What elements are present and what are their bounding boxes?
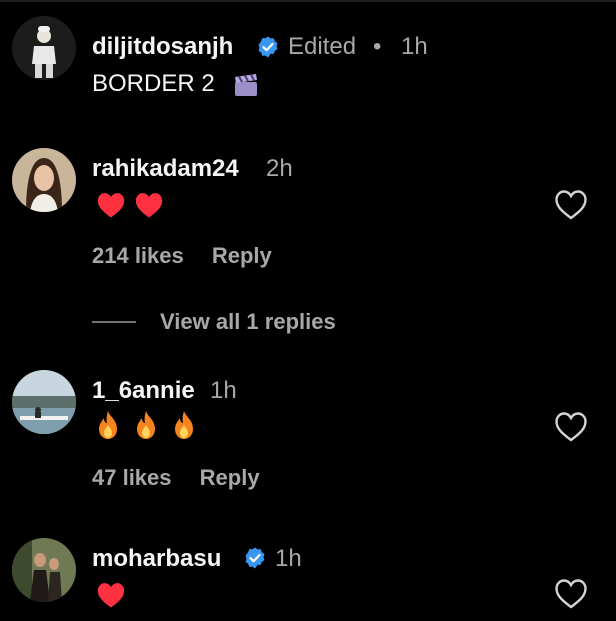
avatar-rahikadam24[interactable] [12,148,76,212]
comment-emojis [96,581,126,609]
red-heart-icon [97,583,125,608]
reply-button[interactable]: Reply [200,465,260,490]
post-username[interactable]: diljitdosanjh [92,33,233,61]
like-comment-heart-icon[interactable] [554,189,588,221]
comment-emojis [96,410,196,440]
top-divider [0,0,616,2]
comment-username[interactable]: moharbasu [92,545,221,573]
avatar-1_6annie[interactable] [12,370,76,434]
comment-emojis [96,191,164,219]
likes-count[interactable]: 47 likes [92,465,172,490]
post-caption: BORDER 2 [92,70,215,97]
fire-icon [99,411,117,439]
verified-badge-icon [256,35,280,59]
verified-badge-icon [243,546,267,570]
fire-icon [175,411,193,439]
comment-username[interactable]: 1_6annie [92,377,195,405]
comment-username[interactable]: rahikadam24 [92,155,239,183]
clapper-board-icon [233,72,259,98]
comment-actions: 47 likes Reply [92,465,282,491]
avatar-diljitdosanjh[interactable] [12,16,76,80]
like-comment-heart-icon[interactable] [554,578,588,610]
comment-actions: 214 likes Reply [92,243,294,269]
replies-divider-line [92,321,136,323]
fire-icon [137,411,155,439]
post-edited-label: Edited [288,33,357,60]
likes-count[interactable]: 214 likes [92,243,184,268]
red-heart-icon [97,193,125,218]
post-time: 1h [401,33,428,60]
post-dot-separator: • [373,33,382,60]
comment-time: 1h [210,377,237,404]
view-replies-label[interactable]: View all 1 replies [160,309,336,335]
view-replies-toggle[interactable]: View all 1 replies [92,309,336,335]
reply-button[interactable]: Reply [212,243,272,268]
avatar-moharbasu[interactable] [12,538,76,602]
comment-time: 1h [275,545,302,572]
red-heart-icon [135,193,163,218]
like-comment-heart-icon[interactable] [554,411,588,443]
comment-time: 2h [266,155,293,182]
